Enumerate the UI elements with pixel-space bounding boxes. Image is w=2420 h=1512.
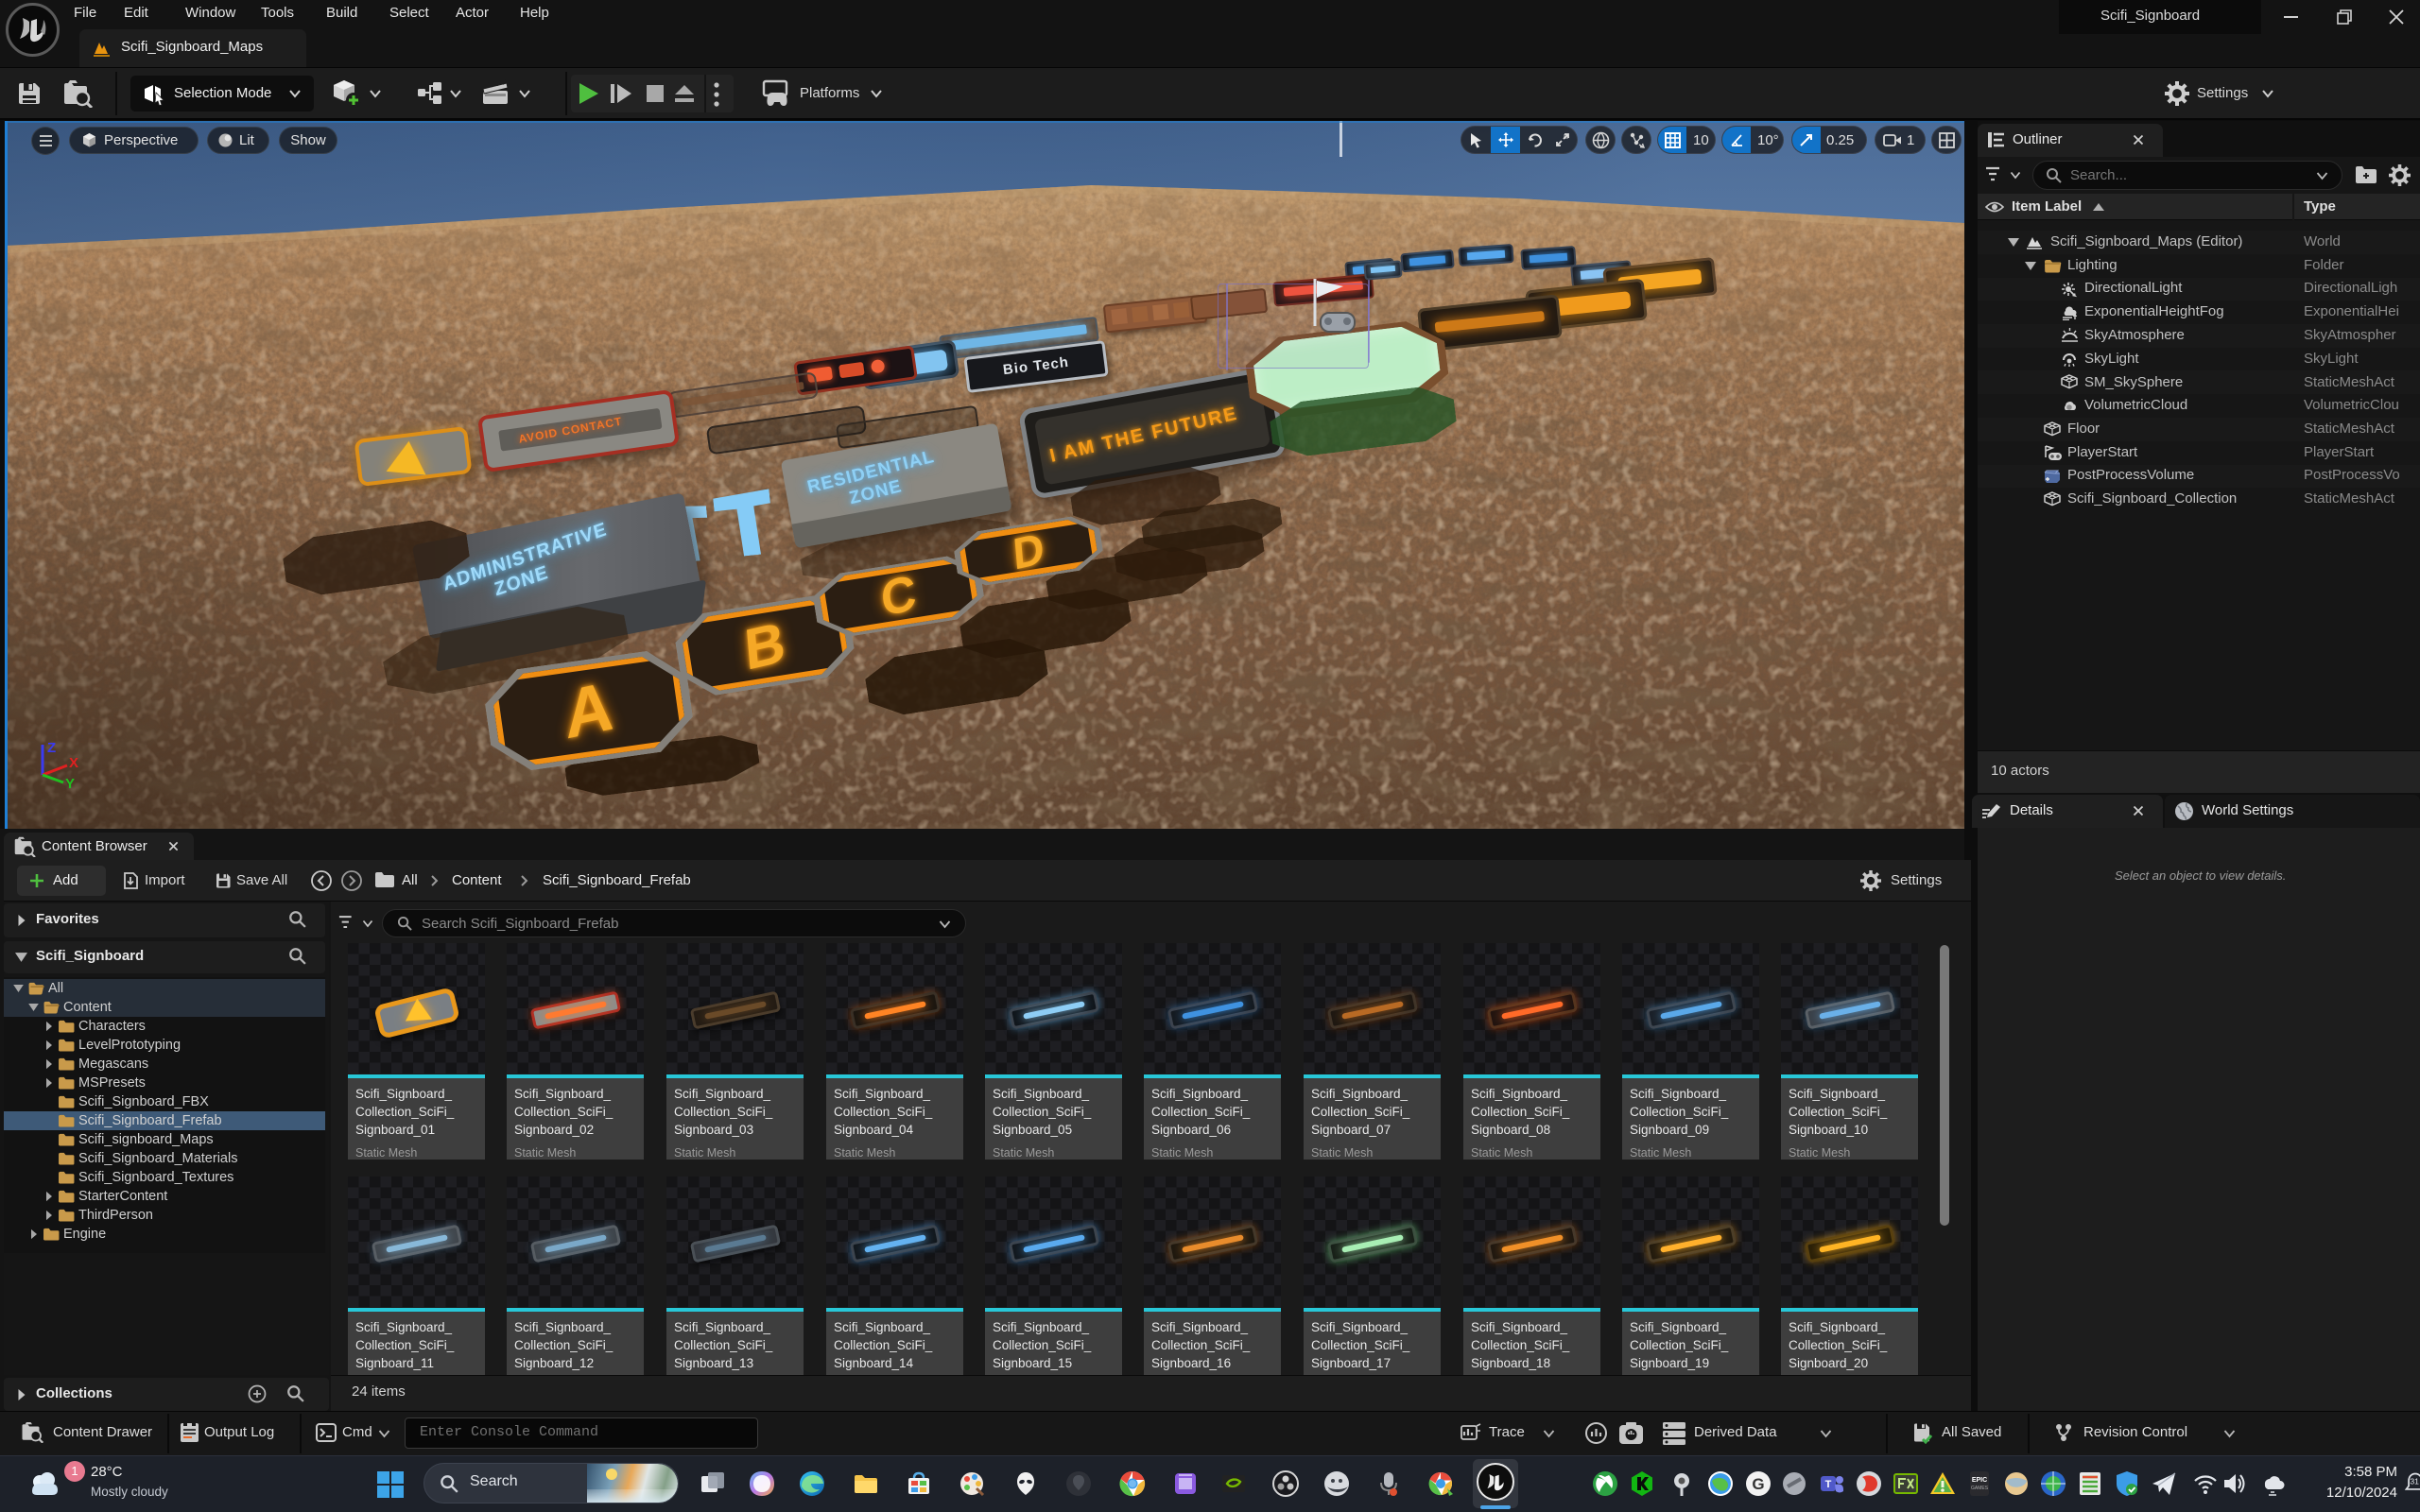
svg-text:G: G — [1752, 1475, 1764, 1493]
svg-text:GAMES: GAMES — [1971, 1486, 1989, 1491]
svg-text:Z: Z — [47, 740, 56, 756]
svg-text:X: X — [69, 755, 78, 771]
svg-text:Y: Y — [65, 776, 75, 790]
svg-text:31: 31 — [2410, 1477, 2419, 1486]
svg-text:T: T — [1825, 1479, 1832, 1490]
svg-text:EPIC: EPIC — [1972, 1477, 1987, 1484]
